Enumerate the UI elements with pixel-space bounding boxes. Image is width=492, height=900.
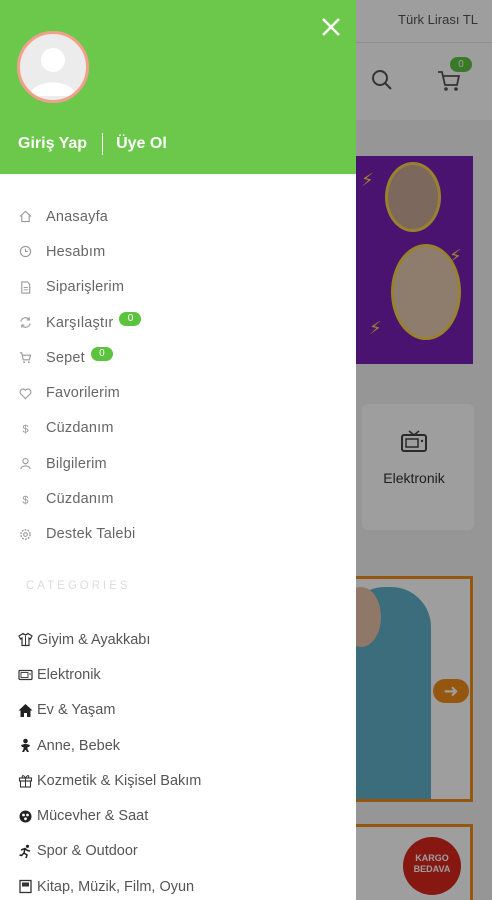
category-item-jewelry[interactable]: Mücevher & Saat [0,798,356,833]
category-item-sports[interactable]: Spor & Outdoor [0,834,356,869]
category-item-label: Mücevher & Saat [37,808,149,825]
dollar-icon: $ [18,492,32,506]
category-item-books[interactable]: Kitap, Müzik, Film, Oyun [0,869,356,900]
category-item-home-living[interactable]: Ev & Yaşam [0,693,356,728]
category-item-label: Elektronik [37,666,101,683]
register-link[interactable]: Üye Ol [116,135,167,153]
user-silhouette-icon [30,48,76,96]
book-icon [18,879,33,894]
login-link[interactable]: Giriş Yap [18,135,87,153]
category-item-label: Spor & Outdoor [37,843,138,860]
user-icon [18,457,32,471]
cart-count-badge: 0 [90,346,113,361]
auth-divider [102,133,104,155]
menu-item-account[interactable]: Hesabım [0,234,356,269]
category-item-mother-baby[interactable]: Anne, Bebek [0,728,356,763]
shirt-icon [18,632,33,647]
gem-icon [18,809,33,824]
refresh-icon [18,316,32,330]
menu-item-wallet-2[interactable]: $ Cüzdanım [0,481,356,516]
menu-item-label: Cüzdanım [46,420,114,437]
category-item-label: Ev & Yaşam [37,702,116,719]
menu-item-label: Cüzdanım [46,491,114,508]
menu-item-orders[interactable]: Siparişlerim [0,270,356,305]
menu-item-label: Bilgilerim [46,455,107,472]
menu-item-profile[interactable]: Bilgilerim [0,446,356,481]
menu-item-wallet[interactable]: $ Cüzdanım [0,411,356,446]
svg-text:$: $ [22,424,29,435]
menu-item-label: Anasayfa [46,208,109,225]
auth-links: Giriş Yap Üye Ol [18,132,167,156]
settings-icon [18,527,32,541]
menu-item-label: Karşılaştır [46,314,114,331]
cart-icon [18,351,32,365]
baby-icon [18,738,33,753]
menu-item-label: Hesabım [46,243,106,260]
category-item-label: Kozmetik & Kişisel Bakım [37,772,202,789]
svg-text:$: $ [22,494,29,505]
menu-item-home[interactable]: Anasayfa [0,199,356,234]
category-item-label: Giyim & Ayakkabı [37,631,151,648]
category-menu: Giyim & Ayakkabı Elektronik Ev & Yaşam A… [0,622,356,900]
category-item-clothing[interactable]: Giyim & Ayakkabı [0,622,356,657]
gift-icon [18,773,33,788]
drawer-header: Giriş Yap Üye Ol [0,0,356,174]
menu-item-label: Siparişlerim [46,279,125,296]
document-icon [18,280,32,294]
category-item-label: Kitap, Müzik, Film, Oyun [37,878,195,895]
close-icon[interactable] [316,12,346,42]
category-item-label: Anne, Bebek [37,737,121,754]
compare-count-badge: 0 [119,311,142,326]
runner-icon [18,844,33,859]
menu-item-label: Favorilerim [46,385,120,402]
menu-item-label: Destek Talebi [46,526,136,543]
home-icon [18,210,32,224]
menu-item-label: Sepet [46,349,85,366]
side-drawer: Giriş Yap Üye Ol Anasayfa Hesabım Sipari… [0,0,356,900]
avatar[interactable] [17,31,89,103]
heart-icon [18,386,32,400]
menu-item-compare[interactable]: Karşılaştır 0 [0,305,356,340]
menu-item-favorites[interactable]: Favorilerim [0,375,356,410]
category-item-electronics[interactable]: Elektronik [0,657,356,692]
menu-item-cart[interactable]: Sepet 0 [0,340,356,375]
clock-icon [18,245,32,259]
categories-heading: CATEGORIES [26,580,131,592]
menu-item-support[interactable]: Destek Talebi [0,517,356,552]
dollar-icon: $ [18,421,32,435]
tv-icon [18,667,33,682]
house-icon [18,703,33,718]
category-item-cosmetics[interactable]: Kozmetik & Kişisel Bakım [0,763,356,798]
account-menu: Anasayfa Hesabım Siparişlerim Karşılaştı… [0,199,356,552]
